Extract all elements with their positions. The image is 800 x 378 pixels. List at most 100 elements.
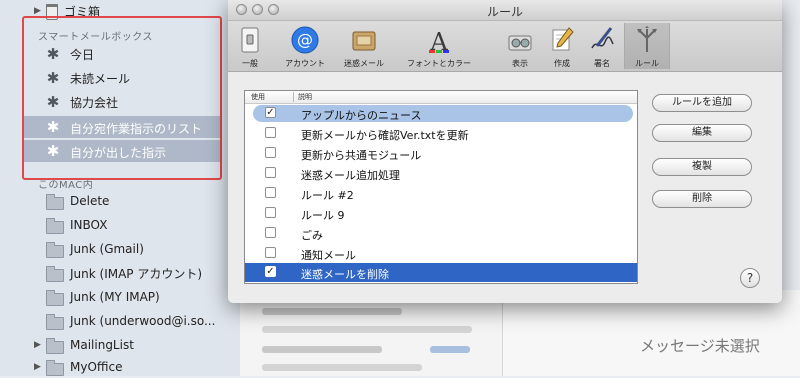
junk-mail-icon [352, 31, 376, 51]
add-rule-button[interactable]: ルールを追加 [652, 94, 752, 112]
tab-rules[interactable]: ルール [624, 23, 670, 69]
blurred-text [262, 326, 472, 333]
rule-row-selected[interactable]: ✓ 迷惑メールを削除 [245, 263, 637, 282]
rule-description: 通知メール [301, 249, 356, 262]
folder-item[interactable]: ▶ MyOffice [0, 356, 240, 378]
rules-icon [637, 26, 657, 52]
folder-item[interactable]: Junk (Gmail) [0, 238, 240, 260]
rule-description: ルール #2 [301, 189, 354, 202]
tab-viewing[interactable]: 表示 [504, 23, 536, 69]
rules-table: 使用 説明 ✓ アップルからのニュース 更新メールから確認Ver.txtを更新 … [244, 90, 638, 284]
folder-label: MyOffice [70, 360, 123, 374]
no-message-selected-text: メッセージ未選択 [640, 337, 760, 355]
tab-signatures-label: 署名 [594, 59, 610, 68]
signature-pen-icon [591, 27, 614, 49]
rule-row[interactable]: 更新から共通モジュール [245, 144, 637, 163]
folder-item[interactable]: Delete [0, 190, 240, 212]
folder-label: Junk (IMAP アカウント) [70, 266, 203, 281]
window-titlebar: ルール [228, 0, 782, 21]
rule-enabled-checkbox[interactable]: ✓ [265, 266, 276, 277]
rule-enabled-checkbox[interactable] [265, 127, 276, 138]
tab-rules-label: ルール [635, 59, 659, 68]
rule-enabled-checkbox[interactable] [265, 187, 276, 198]
folder-label: Junk (Gmail) [70, 242, 144, 256]
display-icon [508, 35, 532, 51]
folder-icon [46, 338, 64, 354]
rule-enabled-checkbox[interactable] [265, 227, 276, 238]
rules-content: 使用 説明 ✓ アップルからのニュース 更新メールから確認Ver.txtを更新 … [228, 72, 782, 303]
tab-signatures[interactable]: 署名 [586, 23, 618, 69]
preferences-toolbar: 一般 @ アカウント 迷惑メール A フォントとカラー 表示 作成 署名 ルール [228, 21, 782, 72]
folder-icon [46, 218, 64, 234]
rule-row[interactable]: ルール #2 [245, 184, 637, 203]
rule-description: ごみ [301, 229, 323, 242]
rule-row[interactable]: ✓ アップルからのニュース [245, 104, 637, 123]
folder-icon [46, 314, 64, 330]
tab-fonts-colors-label: フォントとカラー [407, 59, 471, 68]
folder-label: Delete [70, 194, 110, 208]
rule-row[interactable]: 迷惑メール追加処理 [245, 164, 637, 183]
column-header-use[interactable]: 使用 [251, 92, 265, 102]
rule-description: ルール 9 [301, 209, 345, 222]
tab-junk-mail-label: 迷惑メール [344, 59, 384, 68]
at-sign-icon: @ [291, 26, 319, 54]
column-header-description[interactable]: 説明 [293, 92, 312, 102]
edit-rule-button[interactable]: 編集 [652, 124, 752, 142]
tab-composing-label: 作成 [554, 59, 570, 68]
folder-item[interactable]: Junk (IMAP アカウント) [0, 262, 240, 284]
tab-general[interactable]: 一般 [234, 23, 266, 69]
rules-preferences-window: ルール 一般 @ アカウント 迷惑メール A フォントとカラー 表示 作成 署名… [228, 0, 782, 303]
folder-item[interactable]: ▶ MailingList [0, 334, 240, 356]
mail-sidebar: ▶ ゴミ箱 スマートメールボックス ✱ 今日 ✱ 未読メール ✱ 協力会社 ✱ … [0, 0, 240, 376]
folder-label: Junk (underwood@i.so... [70, 314, 216, 328]
general-switch-icon [241, 27, 259, 53]
compose-pencil-icon [552, 27, 574, 51]
rule-row[interactable]: 更新メールから確認Ver.txtを更新 [245, 124, 637, 143]
tab-composing[interactable]: 作成 [546, 23, 578, 69]
blurred-text [262, 346, 382, 353]
rule-enabled-checkbox[interactable] [265, 167, 276, 178]
rule-enabled-checkbox[interactable] [265, 147, 276, 158]
folder-icon [46, 360, 64, 376]
rule-description: 迷惑メール追加処理 [301, 169, 400, 182]
rule-description: 迷惑メールを削除 [301, 268, 389, 281]
help-button[interactable]: ? [740, 268, 760, 288]
blurred-text [262, 364, 422, 371]
blurred-text [430, 346, 470, 353]
rule-description: 更新から共通モジュール [301, 149, 422, 162]
tab-accounts[interactable]: @ アカウント [274, 23, 336, 69]
rule-enabled-checkbox[interactable]: ✓ [265, 107, 276, 118]
rule-description: アップルからのニュース [301, 109, 422, 122]
disclosure-triangle-icon[interactable]: ▶ [34, 6, 41, 16]
rule-enabled-checkbox[interactable] [265, 247, 276, 258]
rules-table-header: 使用 説明 [245, 91, 637, 104]
delete-rule-button[interactable]: 削除 [652, 190, 752, 208]
rule-enabled-checkbox[interactable] [265, 207, 276, 218]
folder-label: MailingList [70, 338, 134, 352]
disclosure-triangle-icon[interactable]: ▶ [34, 362, 41, 372]
on-my-mac-header: このMAC内 [38, 180, 94, 191]
tab-accounts-label: アカウント [285, 59, 325, 68]
folder-label: Junk (MY IMAP) [70, 290, 160, 304]
rule-row[interactable]: ごみ [245, 224, 637, 243]
svg-text:@: @ [297, 30, 313, 49]
rule-row[interactable]: ルール 9 [245, 204, 637, 223]
tab-viewing-label: 表示 [512, 59, 528, 68]
rule-row[interactable]: 通知メール [245, 244, 637, 263]
folder-icon [46, 242, 64, 258]
tab-fonts-colors[interactable]: A フォントとカラー [406, 23, 472, 69]
folder-icon [46, 290, 64, 306]
tab-general-label: 一般 [242, 59, 258, 68]
folder-icon [46, 194, 64, 210]
folder-label: INBOX [70, 218, 108, 232]
disclosure-triangle-icon[interactable]: ▶ [34, 340, 41, 350]
folder-item[interactable]: Junk (underwood@i.so... [0, 310, 240, 332]
tab-junk-mail[interactable]: 迷惑メール [338, 23, 390, 69]
duplicate-rule-button[interactable]: 複製 [652, 158, 752, 176]
rule-description: 更新メールから確認Ver.txtを更新 [301, 129, 469, 142]
highlight-annotation-box [22, 16, 222, 180]
folder-item[interactable]: Junk (MY IMAP) [0, 286, 240, 308]
folder-item[interactable]: INBOX [0, 214, 240, 236]
blurred-text [262, 308, 402, 315]
window-title: ルール [486, 5, 523, 19]
